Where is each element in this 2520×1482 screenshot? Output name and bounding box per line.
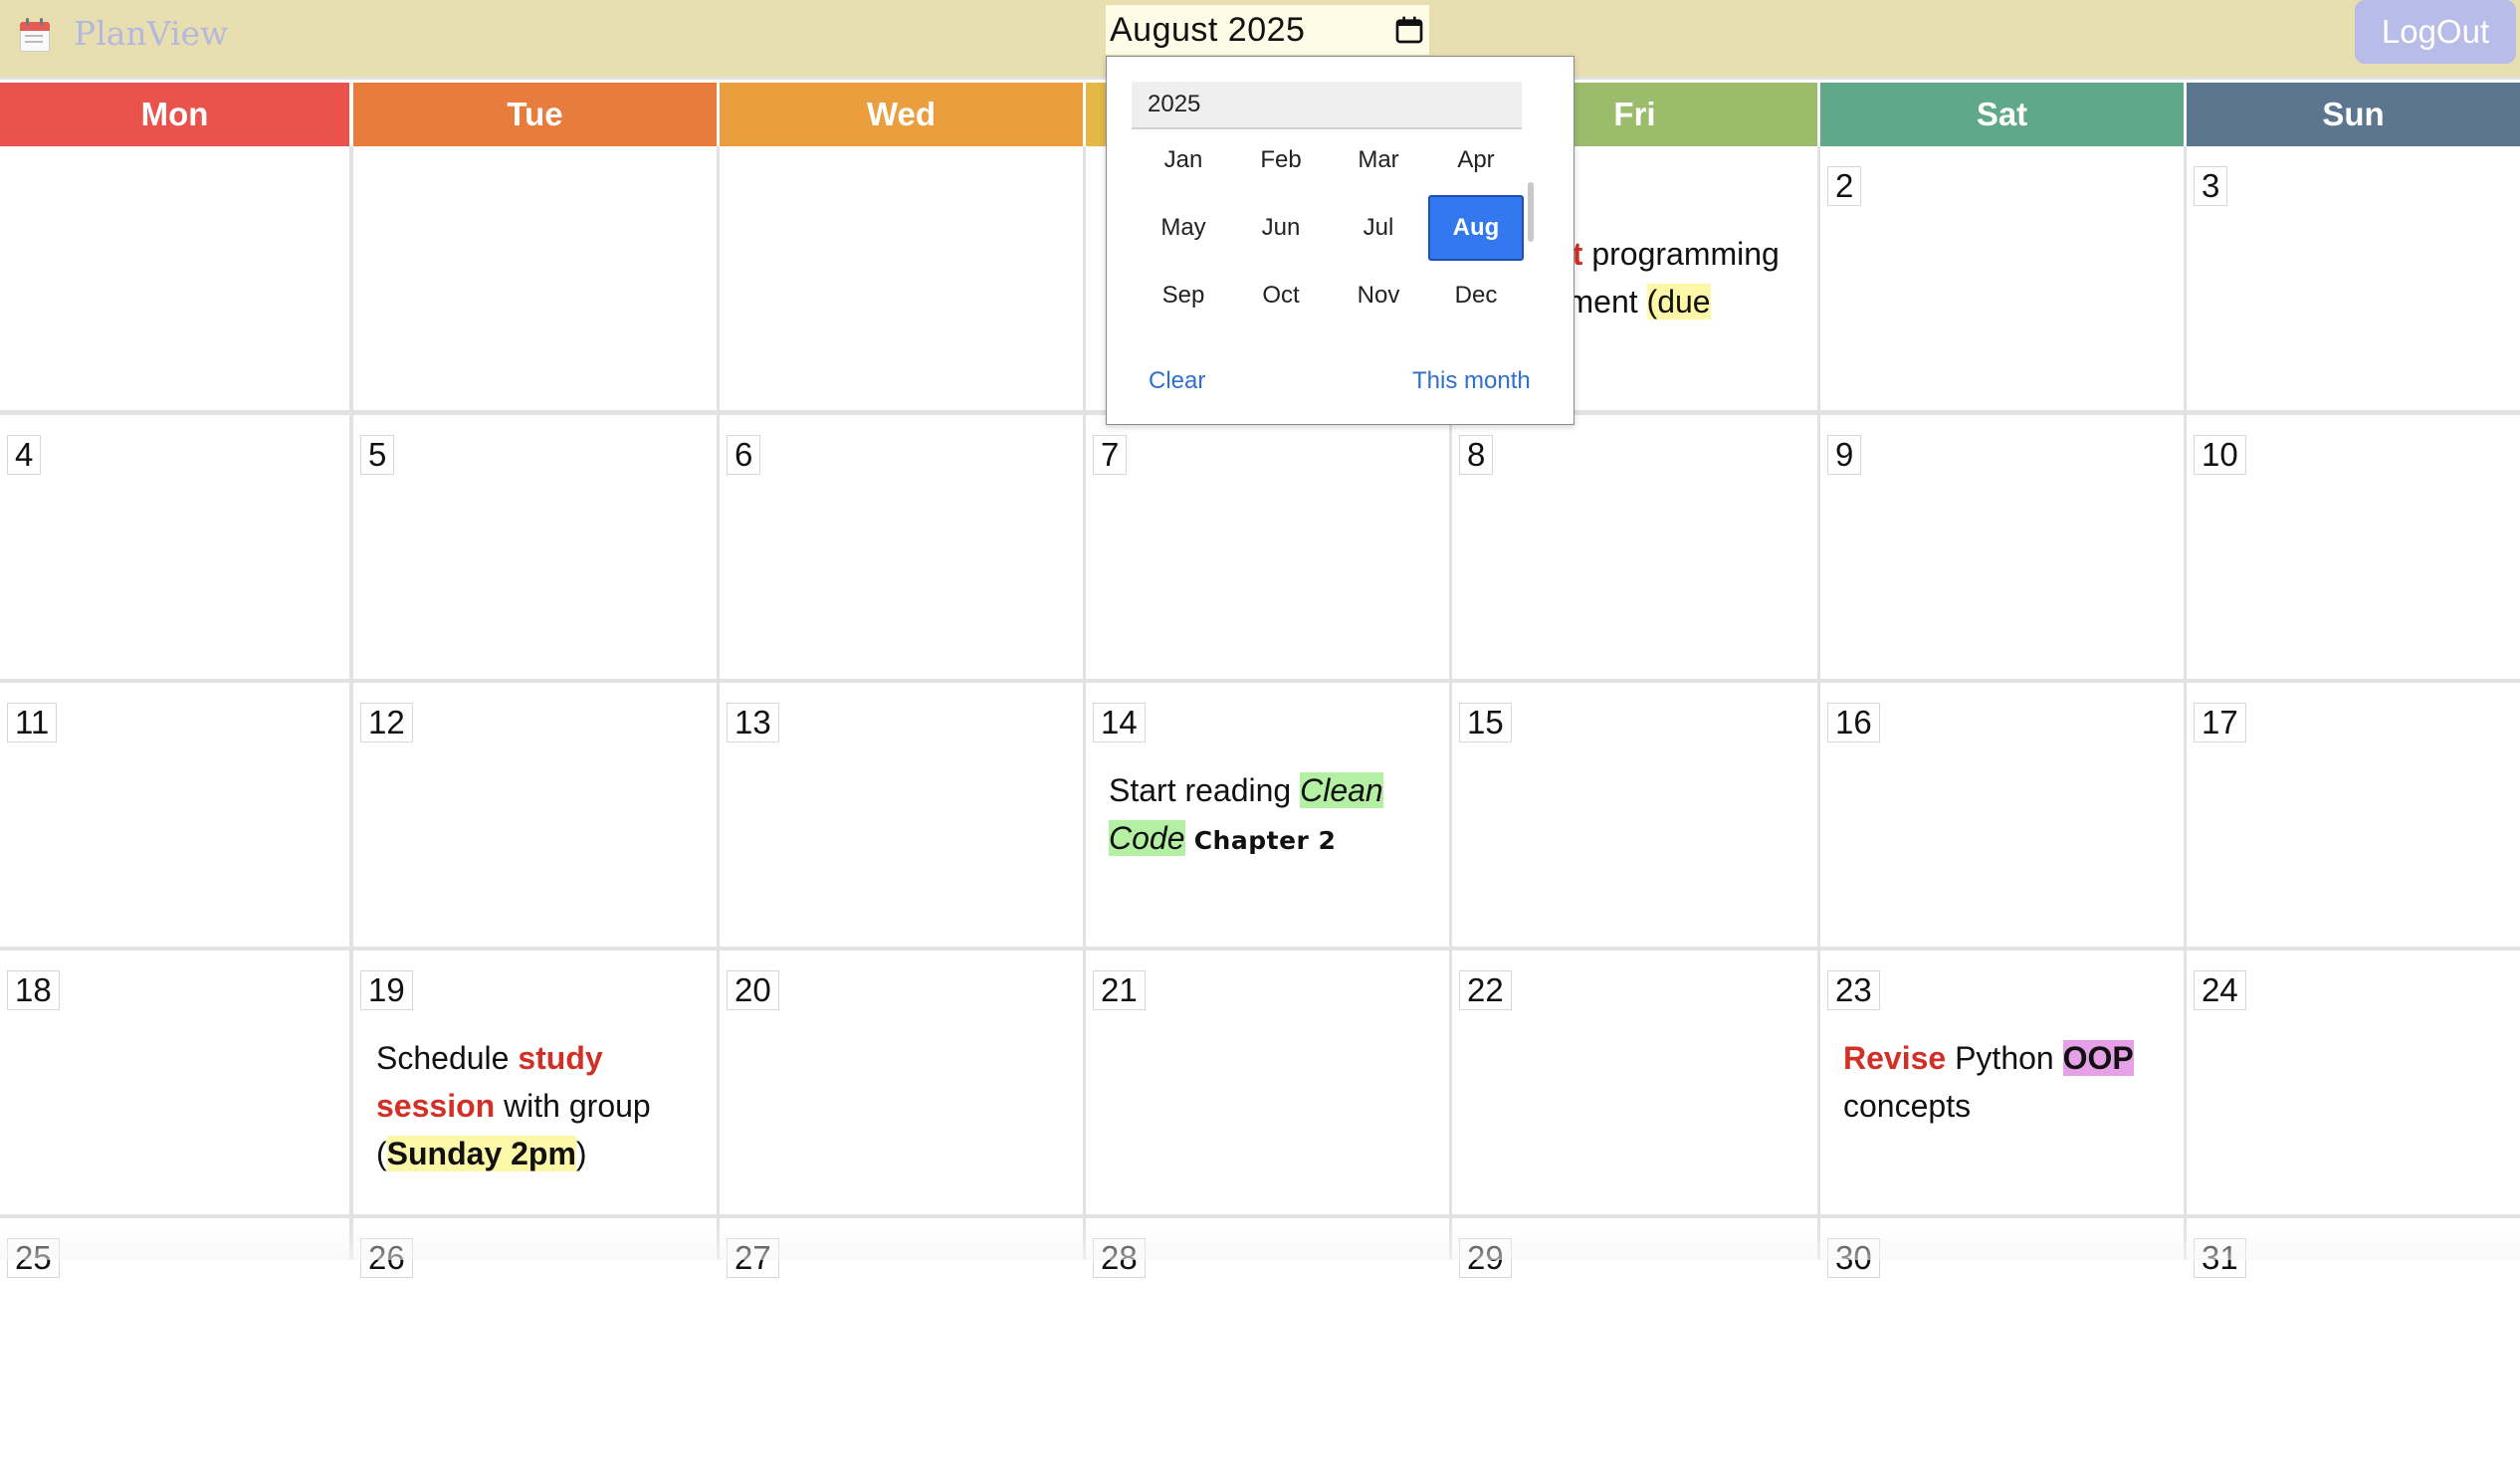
day-number: 13	[727, 703, 779, 742]
weekday-header-wed: Wed	[720, 83, 1083, 146]
app-logo[interactable]: PlanView	[18, 14, 228, 53]
day-cell[interactable]: 10	[2187, 415, 2520, 679]
month-input-value: August 2025	[1110, 10, 1306, 49]
day-cell[interactable]	[0, 146, 349, 410]
day-number: 22	[1459, 970, 1512, 1010]
month-option-jul[interactable]: Jul	[1331, 195, 1426, 261]
year-selector[interactable]: 2025	[1132, 82, 1522, 129]
picker-scrollbar[interactable]	[1528, 182, 1534, 242]
weekday-header-sat: Sat	[1820, 83, 2184, 146]
weekday-header-sun: Sun	[2187, 83, 2520, 146]
weekday-header-tue: Tue	[353, 83, 717, 146]
day-number: 2	[1827, 166, 1862, 206]
month-option-oct[interactable]: Oct	[1233, 263, 1329, 328]
event-tag: OOP	[2062, 1040, 2134, 1076]
day-number: 20	[727, 970, 779, 1010]
month-option-dec[interactable]: Dec	[1428, 263, 1524, 328]
day-cell[interactable]: 24	[2187, 951, 2520, 1214]
day-number: 14	[1093, 703, 1146, 742]
day-number: 23	[1827, 970, 1880, 1010]
day-number: 11	[7, 703, 58, 742]
month-option-nov[interactable]: Nov	[1331, 263, 1426, 328]
event-book-title: Clean	[1300, 772, 1383, 808]
app-name: PlanView	[74, 14, 229, 53]
day-number: 12	[360, 703, 413, 742]
event-text: Python	[1946, 1040, 2063, 1076]
calendar-logo-icon	[18, 16, 52, 52]
day-cell[interactable]: 19 Schedule study session with group (Sund…	[353, 951, 717, 1214]
event-chapter: Chapter 2	[1184, 826, 1337, 855]
day-number: 5	[360, 435, 395, 475]
day-cell[interactable]: 13	[720, 683, 1083, 947]
day-number: 24	[2194, 970, 2246, 1010]
day-number: 9	[1827, 435, 1862, 475]
day-number: 19	[360, 970, 413, 1010]
event-text: Start reading	[1109, 772, 1301, 808]
day-number: 21	[1093, 970, 1146, 1010]
day-cell[interactable]	[720, 146, 1083, 410]
day-cell[interactable]: 12	[353, 683, 717, 947]
day-cell[interactable]: 3	[2187, 146, 2520, 410]
day-cell[interactable]: 14 Start reading Clean Code Chapter 2	[1086, 683, 1449, 947]
event-time: Sunday 2pm	[386, 1136, 576, 1171]
clear-button[interactable]: Clear	[1149, 367, 1205, 395]
event-note[interactable]: Schedule study session with group (Sunday…	[376, 1034, 703, 1177]
month-option-aug[interactable]: Aug	[1428, 195, 1524, 261]
event-note[interactable]: Start reading Clean Code Chapter 2	[1109, 766, 1435, 865]
day-cell[interactable]: 21	[1086, 951, 1449, 1214]
event-keyword: Revise	[1843, 1040, 1947, 1076]
day-number: 8	[1459, 435, 1494, 475]
event-text: concepts	[1843, 1088, 1972, 1124]
event-text: programming	[1582, 236, 1780, 272]
month-option-jan[interactable]: Jan	[1136, 127, 1231, 193]
day-number: 17	[2194, 703, 2246, 742]
month-option-apr[interactable]: Apr	[1428, 127, 1524, 193]
day-cell[interactable]: 6	[720, 415, 1083, 679]
bottom-fade	[0, 1224, 2520, 1260]
month-option-sep[interactable]: Sep	[1136, 263, 1231, 328]
month-option-may[interactable]: May	[1136, 195, 1231, 261]
day-cell[interactable]: 5	[353, 415, 717, 679]
month-option-jun[interactable]: Jun	[1233, 195, 1329, 261]
day-cell[interactable]: 22	[1452, 951, 1817, 1214]
day-cell[interactable]: 17	[2187, 683, 2520, 947]
day-number: 3	[2194, 166, 2228, 206]
event-text: )	[575, 1136, 587, 1171]
event-deadline: (due	[1646, 284, 1711, 319]
day-cell[interactable]: 4	[0, 415, 349, 679]
this-month-button[interactable]: This month	[1412, 367, 1531, 395]
day-cell[interactable]: 8	[1452, 415, 1817, 679]
event-text: Schedule	[376, 1040, 519, 1076]
day-cell[interactable]: 2	[1820, 146, 2184, 410]
day-number: 16	[1827, 703, 1880, 742]
day-number: 10	[2194, 435, 2246, 475]
day-cell[interactable]: 15	[1452, 683, 1817, 947]
day-cell[interactable]: 9	[1820, 415, 2184, 679]
day-number: 18	[7, 970, 60, 1010]
day-number: 6	[727, 435, 761, 475]
day-cell[interactable]: 7	[1086, 415, 1449, 679]
month-option-mar[interactable]: Mar	[1331, 127, 1426, 193]
day-cell[interactable]: 16	[1820, 683, 2184, 947]
day-number: 7	[1093, 435, 1128, 475]
logout-button[interactable]: LogOut	[2355, 0, 2516, 64]
day-cell[interactable]	[353, 146, 717, 410]
month-selector-input[interactable]: August 2025	[1106, 5, 1429, 55]
event-text: with group	[495, 1088, 651, 1124]
day-number: 15	[1459, 703, 1512, 742]
event-book-title: Code	[1109, 820, 1185, 856]
day-number: 4	[7, 435, 42, 475]
month-picker-popup: 2025 Jan Feb Mar Apr May Jun Jul Aug Sep Oct Nov De…	[1106, 56, 1575, 425]
day-cell[interactable]: 18	[0, 951, 349, 1214]
event-text: (	[376, 1136, 387, 1171]
calendar-picker-icon[interactable]	[1393, 14, 1425, 46]
weekday-header-mon: Mon	[0, 83, 349, 146]
day-cell[interactable]: 23 Revise Python OOP concepts	[1820, 951, 2184, 1214]
day-cell[interactable]: 20	[720, 951, 1083, 1214]
event-note[interactable]: Revise Python OOP concepts	[1843, 1034, 2170, 1130]
day-cell[interactable]: 11	[0, 683, 349, 947]
month-option-feb[interactable]: Feb	[1233, 127, 1329, 193]
